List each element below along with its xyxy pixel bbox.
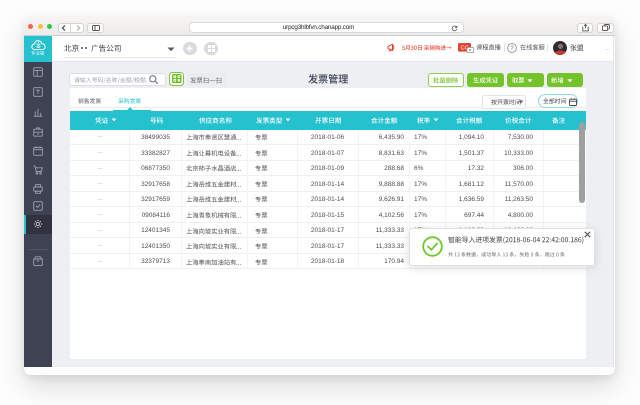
svg-text:?: ?	[510, 45, 514, 52]
